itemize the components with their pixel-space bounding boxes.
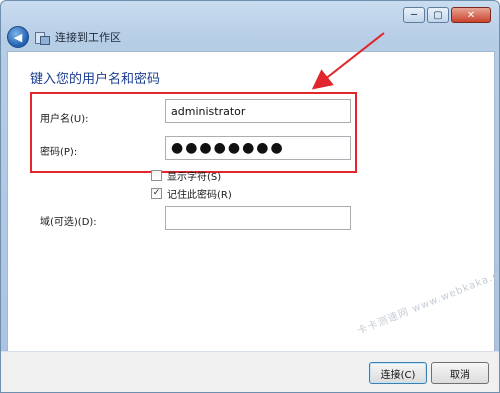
dialog-window: ─ ▢ ✕ ◀ 连接到工作区 键入您的用户名和密码 用户名(U): admini… <box>0 0 500 393</box>
annotation-arrow <box>311 32 385 90</box>
